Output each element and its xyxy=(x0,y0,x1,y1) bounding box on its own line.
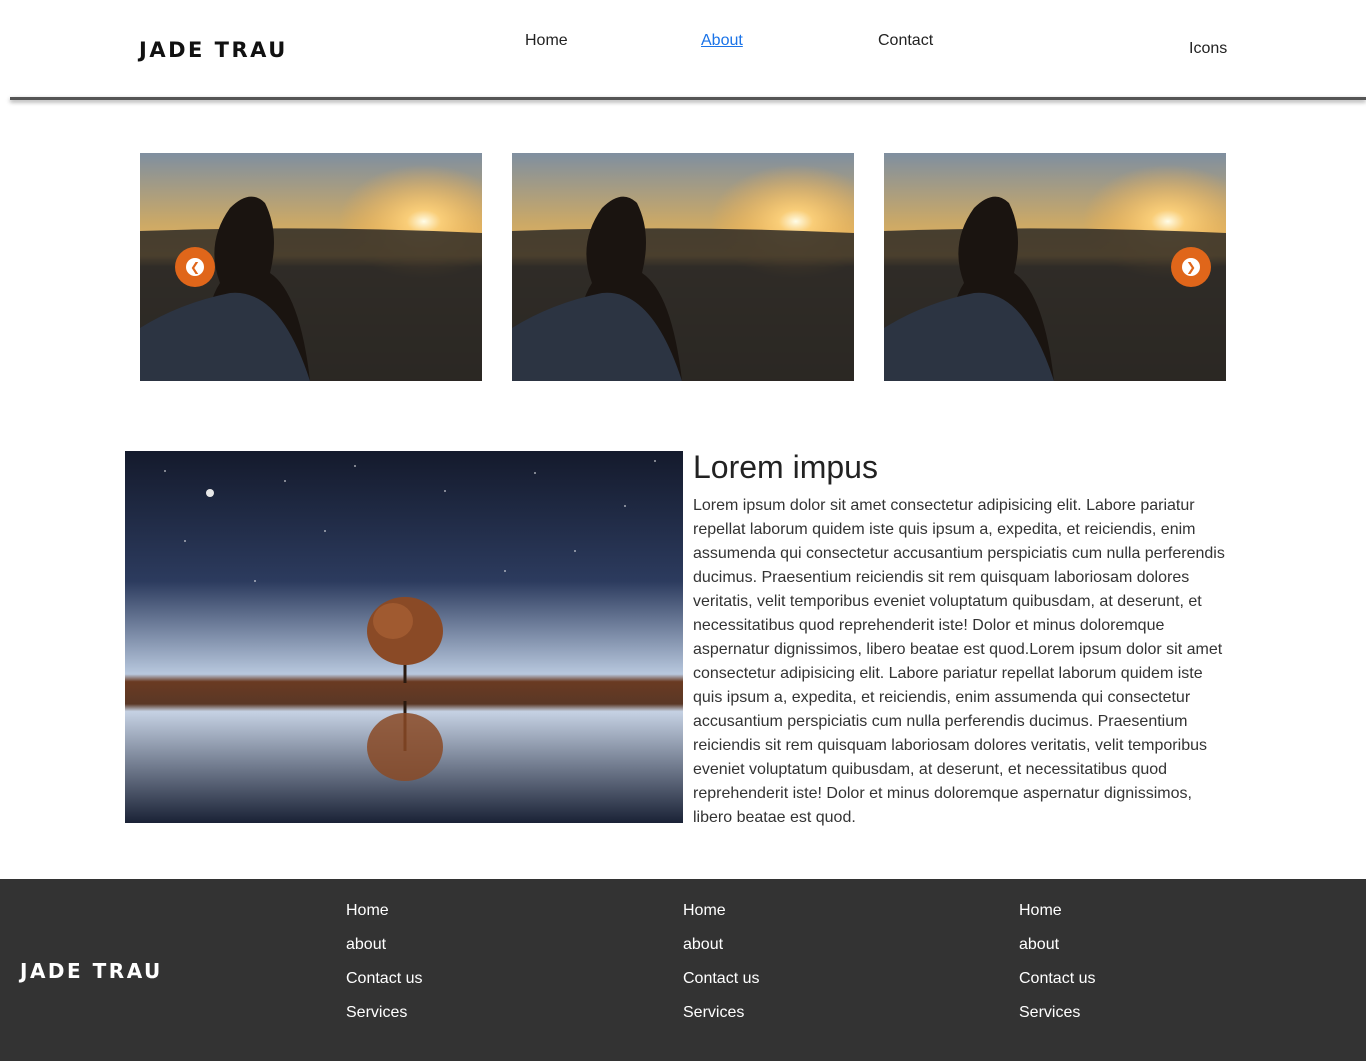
footer-link-contact[interactable]: Contact us xyxy=(1019,969,1095,1003)
nav-link-about[interactable]: About xyxy=(701,32,743,50)
feature-title: Lorem impus xyxy=(693,449,878,485)
tree-reflection-photo xyxy=(125,451,683,823)
footer-link-services[interactable]: Services xyxy=(1019,1003,1095,1037)
chevron-right-icon: ❯ xyxy=(1182,258,1200,276)
footer-link-home[interactable]: Home xyxy=(1019,901,1095,935)
nav-link-home[interactable]: Home xyxy=(525,32,568,50)
footer-link-contact[interactable]: Contact us xyxy=(683,969,759,1003)
header-divider xyxy=(10,97,1366,100)
footer-column: Home about Contact us Services xyxy=(1019,901,1095,1037)
footer-link-about[interactable]: about xyxy=(1019,935,1095,969)
footer-link-about[interactable]: about xyxy=(346,935,422,969)
feature-body-text: Lorem ipsum dolor sit amet consectetur a… xyxy=(693,497,1225,826)
footer-column: Home about Contact us Services xyxy=(346,901,422,1037)
footer-link-services[interactable]: Services xyxy=(346,1003,422,1037)
site-header: JADE TRAU Home About Contact Icons xyxy=(0,0,1366,98)
footer-link-home[interactable]: Home xyxy=(346,901,422,935)
icons-label[interactable]: Icons xyxy=(1189,40,1227,58)
site-footer: JADE TRAU Home about Contact us Services… xyxy=(0,879,1366,1061)
footer-link-home[interactable]: Home xyxy=(683,901,759,935)
image-carousel: ❮ ❯ xyxy=(140,153,1226,381)
carousel-prev-button[interactable]: ❮ xyxy=(175,247,215,287)
brand-logo[interactable]: JADE TRAU xyxy=(139,38,288,62)
chevron-left-icon: ❮ xyxy=(186,258,204,276)
footer-brand-logo[interactable]: JADE TRAU xyxy=(20,959,163,983)
nav-link-contact[interactable]: Contact xyxy=(878,32,933,50)
footer-link-contact[interactable]: Contact us xyxy=(346,969,422,1003)
footer-link-services[interactable]: Services xyxy=(683,1003,759,1037)
footer-link-about[interactable]: about xyxy=(683,935,759,969)
carousel-next-button[interactable]: ❯ xyxy=(1171,247,1211,287)
sunset-photo xyxy=(512,153,854,381)
footer-column: Home about Contact us Services xyxy=(683,901,759,1037)
carousel-slide[interactable] xyxy=(512,153,854,381)
